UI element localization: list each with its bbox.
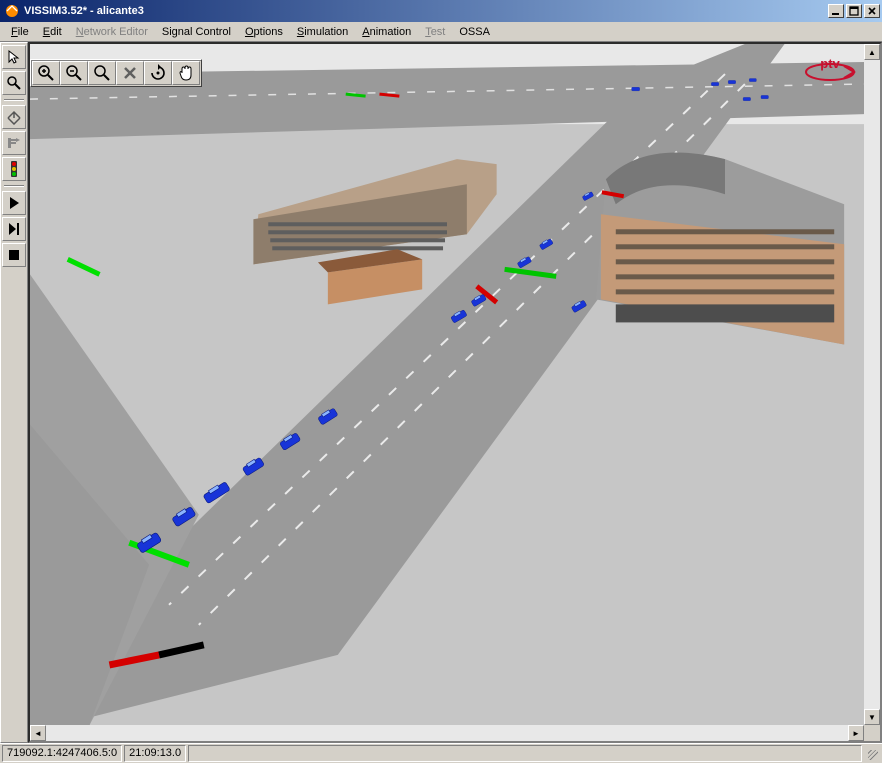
- zoom-in-icon: [37, 64, 55, 82]
- menu-ossa[interactable]: OSSA: [452, 24, 497, 40]
- resize-grip-icon[interactable]: [864, 745, 880, 762]
- menu-test[interactable]: Test: [418, 24, 452, 40]
- svg-text:ptv: ptv: [820, 56, 840, 71]
- menu-bar: File Edit Network Editor Signal Control …: [0, 22, 882, 42]
- scroll-up-button[interactable]: ▲: [864, 44, 880, 60]
- pointer-tool-icon: [6, 49, 22, 65]
- status-bar: 719092.1:4247406.5:0 21:09:13.0: [0, 743, 882, 763]
- menu-animation[interactable]: Animation: [355, 24, 418, 40]
- toolbar-separator: [4, 185, 24, 187]
- scroll-down-button[interactable]: ▼: [864, 709, 880, 725]
- view-toolbar[interactable]: [30, 59, 202, 87]
- viewport-frame: ptv ▲ ▼ ◄ ►: [28, 42, 882, 743]
- status-coordinates: 719092.1:4247406.5:0: [2, 745, 122, 762]
- title-bar: VISSIM3.52* - alicante3: [0, 0, 882, 22]
- menu-simulation[interactable]: Simulation: [290, 24, 355, 40]
- toolbar-separator: [4, 99, 24, 101]
- scroll-track[interactable]: [864, 60, 880, 709]
- workspace: ptv ▲ ▼ ◄ ►: [0, 42, 882, 743]
- stop-icon: [6, 247, 22, 263]
- link-tool-button[interactable]: [2, 131, 26, 155]
- step-icon: [6, 221, 22, 237]
- ptv-logo-icon: ptv: [802, 48, 858, 84]
- menu-signal-control[interactable]: Signal Control: [155, 24, 238, 40]
- stop-button[interactable]: [2, 243, 26, 267]
- pointer-tool-button[interactable]: [2, 45, 26, 69]
- close-button[interactable]: [864, 4, 880, 18]
- menu-network-editor[interactable]: Network Editor: [69, 24, 155, 40]
- window-title: VISSIM3.52* - alicante3: [24, 5, 828, 17]
- viewport-3d[interactable]: ptv: [30, 44, 864, 725]
- signal-head-icon: [11, 161, 17, 177]
- cancel-zoom-icon: [121, 64, 139, 82]
- play-icon: [6, 195, 22, 211]
- zoom-window-button[interactable]: [88, 61, 116, 85]
- zoom-tool-button[interactable]: [2, 71, 26, 95]
- zoom-in-button[interactable]: [32, 61, 60, 85]
- pan-hand-icon: [177, 64, 195, 82]
- scroll-track[interactable]: [46, 725, 848, 741]
- horizontal-scrollbar[interactable]: ◄ ►: [30, 725, 864, 741]
- signal-tool-button[interactable]: [2, 157, 26, 181]
- scene-canvas: [30, 44, 864, 725]
- vertical-scrollbar[interactable]: ▲ ▼: [864, 44, 880, 725]
- status-message: [188, 745, 862, 762]
- scrollbar-corner: [864, 725, 880, 741]
- zoom-window-icon: [93, 64, 111, 82]
- status-sim-time: 21:09:13.0: [124, 745, 186, 762]
- magnifier-icon: [6, 75, 22, 91]
- play-button[interactable]: [2, 191, 26, 215]
- menu-file[interactable]: File: [4, 24, 36, 40]
- scroll-left-button[interactable]: ◄: [30, 725, 46, 741]
- rotate-view-icon: [149, 64, 167, 82]
- link-tool-icon: [6, 135, 22, 151]
- app-icon: [4, 3, 20, 19]
- zoom-out-icon: [65, 64, 83, 82]
- maximize-button[interactable]: [846, 4, 862, 18]
- mode-toolbar: [0, 42, 28, 743]
- menu-options[interactable]: Options: [238, 24, 290, 40]
- home-view-icon: [6, 109, 22, 125]
- pan-hand-button[interactable]: [172, 61, 200, 85]
- step-button[interactable]: [2, 217, 26, 241]
- minimize-button[interactable]: [828, 4, 844, 18]
- rotate-view-button[interactable]: [144, 61, 172, 85]
- scroll-right-button[interactable]: ►: [848, 725, 864, 741]
- home-view-button[interactable]: [2, 105, 26, 129]
- cancel-zoom-button[interactable]: [116, 61, 144, 85]
- zoom-out-button[interactable]: [60, 61, 88, 85]
- menu-edit[interactable]: Edit: [36, 24, 69, 40]
